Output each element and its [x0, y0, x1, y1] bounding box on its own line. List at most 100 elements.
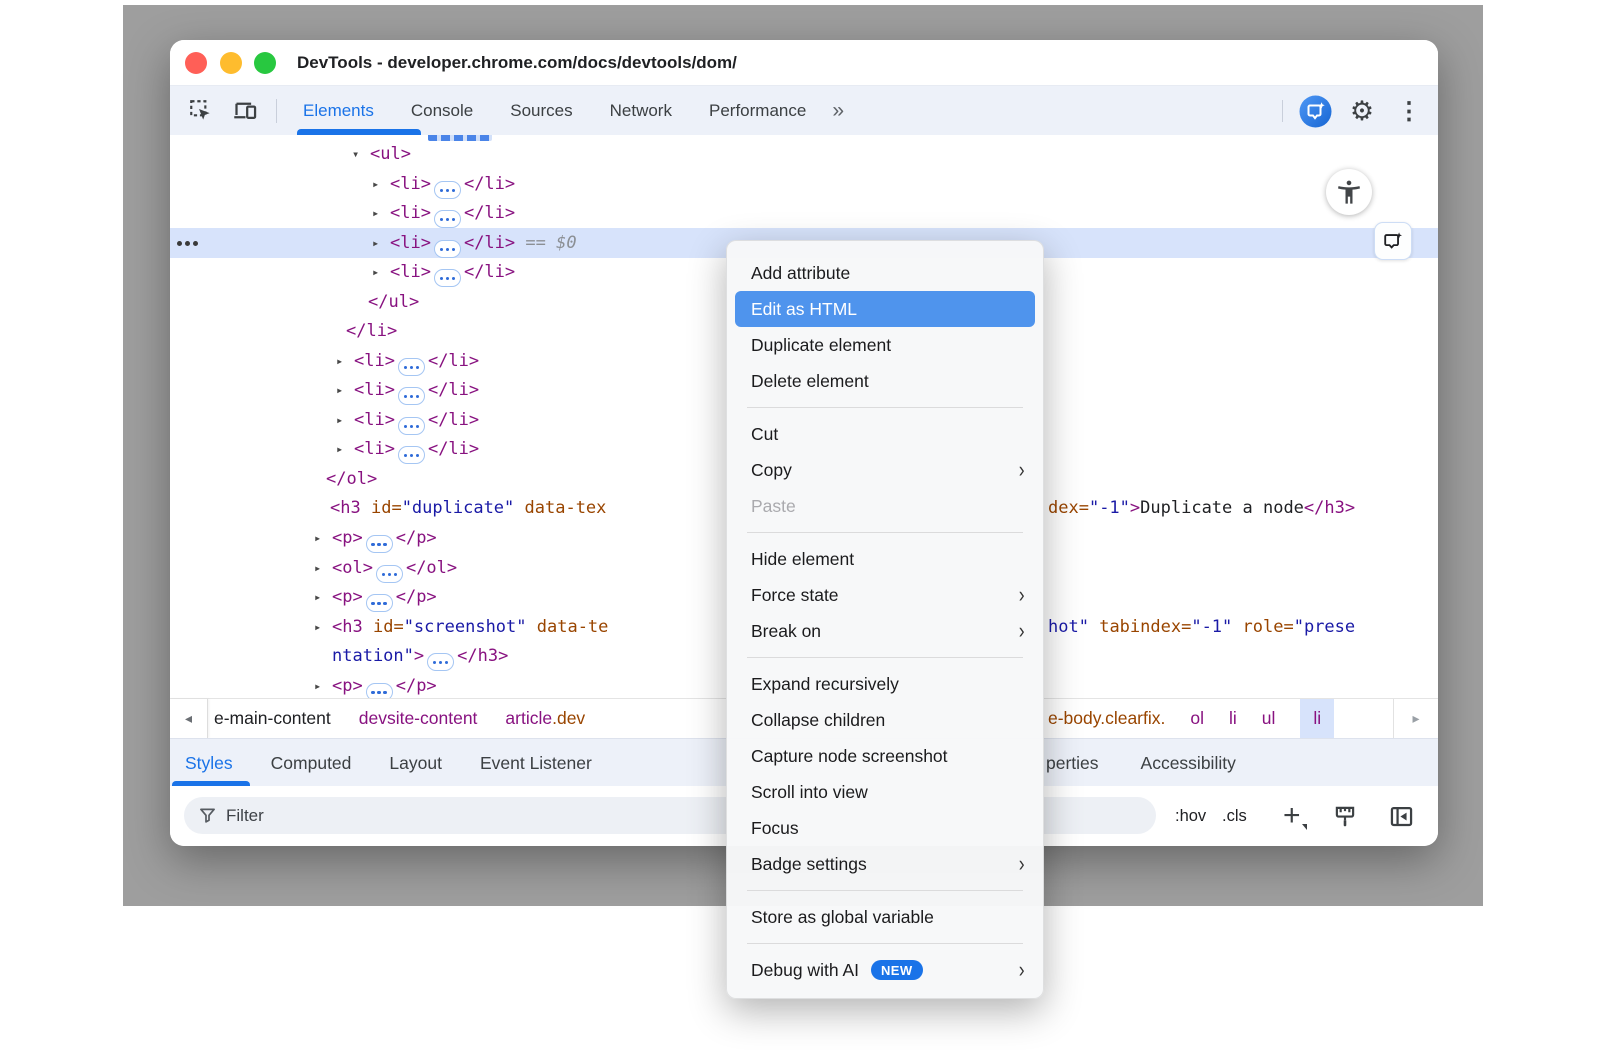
minimize-button[interactable] [220, 52, 242, 74]
toggle-element-state-button[interactable]: :hov [1175, 786, 1206, 846]
menu-item-store-as-global-variable[interactable]: Store as global variable [727, 899, 1043, 935]
tab-performance[interactable]: Performance [709, 101, 806, 121]
dom-tree-row[interactable]: ▸<li></li> [372, 198, 515, 228]
menu-item-hide-element[interactable]: Hide element [727, 541, 1043, 577]
menu-item-scroll-into-view[interactable]: Scroll into view [727, 774, 1043, 810]
expand-arrow-icon[interactable]: ▸ [372, 228, 390, 258]
breadcrumb-scroll-left-button[interactable]: ◂ [170, 699, 208, 738]
collapsed-content-ellipsis-icon[interactable] [398, 387, 425, 405]
breadcrumb-item[interactable]: e-body.clearfix. [1048, 699, 1165, 738]
dom-tree-row[interactable]: ▸<li></li> [336, 434, 479, 464]
menu-item-add-attribute[interactable]: Add attribute [727, 255, 1043, 291]
toggle-sidebar-panel-icon[interactable] [1388, 786, 1415, 846]
dom-tree-row[interactable]: </li> [346, 316, 397, 346]
menu-item-delete-element[interactable]: Delete element [727, 363, 1043, 399]
dom-tree-row[interactable]: ▸<li></li> [372, 257, 515, 287]
menu-item-force-state[interactable]: Force state› [727, 577, 1043, 613]
sidebar-tab-accessibility[interactable]: Accessibility [1141, 753, 1236, 774]
dom-tree-row[interactable]: ▾<ul> [352, 139, 411, 169]
menu-item-copy[interactable]: Copy› [727, 452, 1043, 488]
dom-tree-row[interactable]: ▸<li></li> [336, 346, 479, 376]
new-style-rule-button[interactable]: + [1283, 786, 1307, 846]
more-tabs-chevron-icon[interactable]: » [832, 99, 842, 123]
menu-item-expand-recursively[interactable]: Expand recursively [727, 666, 1043, 702]
collapsed-content-ellipsis-icon[interactable] [366, 594, 393, 612]
collapsed-content-ellipsis-icon[interactable] [434, 181, 461, 199]
expand-arrow-icon[interactable]: ▸ [314, 671, 332, 698]
menu-item-debug-with-ai[interactable]: Debug with AINEW› [727, 952, 1043, 988]
sidebar-tab-layout[interactable]: Layout [389, 753, 442, 774]
dom-tree-row[interactable]: </ol> [326, 464, 377, 494]
collapsed-content-ellipsis-icon[interactable] [427, 653, 454, 671]
collapsed-content-ellipsis-icon[interactable] [366, 535, 393, 553]
tab-elements[interactable]: Elements [303, 101, 374, 121]
expand-arrow-icon[interactable]: ▸ [314, 523, 332, 553]
tab-sources[interactable]: Sources [510, 101, 572, 121]
close-button[interactable] [185, 52, 207, 74]
expand-arrow-icon[interactable]: ▾ [352, 139, 370, 169]
dom-tree-row[interactable]: ▸<h3 id="screenshot" data-te [314, 612, 608, 642]
dom-tree-row[interactable]: ▸<li></li> [372, 169, 515, 199]
menu-item-break-on[interactable]: Break on› [727, 613, 1043, 649]
menu-item-edit-as-html[interactable]: Edit as HTML [735, 291, 1035, 327]
expand-arrow-icon[interactable]: ▸ [372, 169, 390, 199]
expand-arrow-icon[interactable]: ▸ [336, 375, 354, 405]
expand-arrow-icon[interactable]: ▸ [336, 346, 354, 376]
breadcrumb-item[interactable]: ul [1262, 699, 1276, 738]
tab-console[interactable]: Console [411, 101, 473, 121]
collapsed-content-ellipsis-icon[interactable] [366, 683, 393, 698]
menu-item-paste[interactable]: Paste [727, 488, 1043, 524]
expand-arrow-icon[interactable]: ▸ [372, 198, 390, 228]
collapsed-content-ellipsis-icon[interactable] [434, 269, 461, 287]
breadcrumb-item[interactable]: devsite-content [359, 699, 478, 738]
menu-item-focus[interactable]: Focus [727, 810, 1043, 846]
sidebar-tab-event-listener[interactable]: Event Listener [480, 753, 592, 774]
dom-tree-row[interactable]: ntation"></h3> [332, 641, 508, 671]
menu-item-duplicate-element[interactable]: Duplicate element [727, 327, 1043, 363]
expand-arrow-icon[interactable]: ▸ [336, 434, 354, 464]
breadcrumb-scroll-right-button[interactable]: ▸ [1393, 699, 1438, 738]
collapsed-content-ellipsis-icon[interactable] [434, 210, 461, 228]
element-classes-button[interactable]: .cls [1222, 786, 1247, 846]
accessibility-overlay-button[interactable] [1326, 169, 1372, 215]
collapsed-content-ellipsis-icon[interactable] [398, 446, 425, 464]
breadcrumb-item[interactable]: li [1229, 699, 1237, 738]
expand-arrow-icon[interactable]: ▸ [314, 553, 332, 583]
node-ai-assistant-button[interactable] [1374, 222, 1412, 260]
collapsed-content-ellipsis-icon[interactable] [398, 417, 425, 435]
sidebar-tab-styles[interactable]: Styles [185, 753, 233, 774]
dom-tree-row[interactable]: </ul> [368, 287, 419, 317]
collapsed-content-ellipsis-icon[interactable] [376, 565, 403, 583]
menu-item-badge-settings[interactable]: Badge settings› [727, 846, 1043, 882]
menu-item-cut[interactable]: Cut [727, 416, 1043, 452]
expand-arrow-icon[interactable]: ▸ [372, 257, 390, 287]
collapsed-content-ellipsis-icon[interactable] [434, 240, 461, 258]
row-more-actions-icon[interactable] [177, 228, 198, 258]
rendering-brush-icon[interactable] [1332, 786, 1358, 846]
expand-arrow-icon[interactable]: ▸ [336, 405, 354, 435]
ai-assistant-icon[interactable] [1297, 93, 1333, 129]
settings-gear-icon[interactable]: ⚙ [1344, 93, 1380, 129]
sidebar-tab-perties[interactable]: perties [1046, 753, 1099, 774]
expand-arrow-icon[interactable]: ▸ [314, 582, 332, 612]
device-toolbar-icon[interactable] [230, 96, 260, 126]
menu-item-collapse-children[interactable]: Collapse children [727, 702, 1043, 738]
maximize-button[interactable] [254, 52, 276, 74]
breadcrumb-item[interactable]: ol [1190, 699, 1204, 738]
breadcrumb-item[interactable]: article.dev [505, 699, 585, 738]
dom-tree-row[interactable]: <h3 id="duplicate" data-tex [330, 493, 606, 523]
dom-tree-row[interactable]: ▸<li></li> [336, 405, 479, 435]
breadcrumb-item[interactable]: e-main-content [214, 699, 331, 738]
breadcrumb-item[interactable]: li [1300, 699, 1334, 738]
sidebar-tab-computed[interactable]: Computed [271, 753, 352, 774]
menu-item-capture-node-screenshot[interactable]: Capture node screenshot [727, 738, 1043, 774]
dom-tree-row[interactable]: ▸<li></li> [336, 375, 479, 405]
kebab-menu-icon[interactable]: ⋮ [1391, 93, 1427, 129]
dom-tree-row-fragment[interactable]: dex="-1">Duplicate a node</h3> [1048, 493, 1355, 523]
collapsed-content-ellipsis-icon[interactable] [398, 358, 425, 376]
dom-tree-row-fragment[interactable]: hot" tabindex="-1" role="prese [1048, 612, 1355, 642]
dom-tree-row[interactable]: ▸<li></li> == $0 [372, 228, 577, 258]
expand-arrow-icon[interactable]: ▸ [314, 612, 332, 642]
dom-tree-row[interactable]: ▸<ol></ol> [314, 553, 457, 583]
dom-tree-row[interactable]: ▸<p></p> [314, 523, 437, 553]
